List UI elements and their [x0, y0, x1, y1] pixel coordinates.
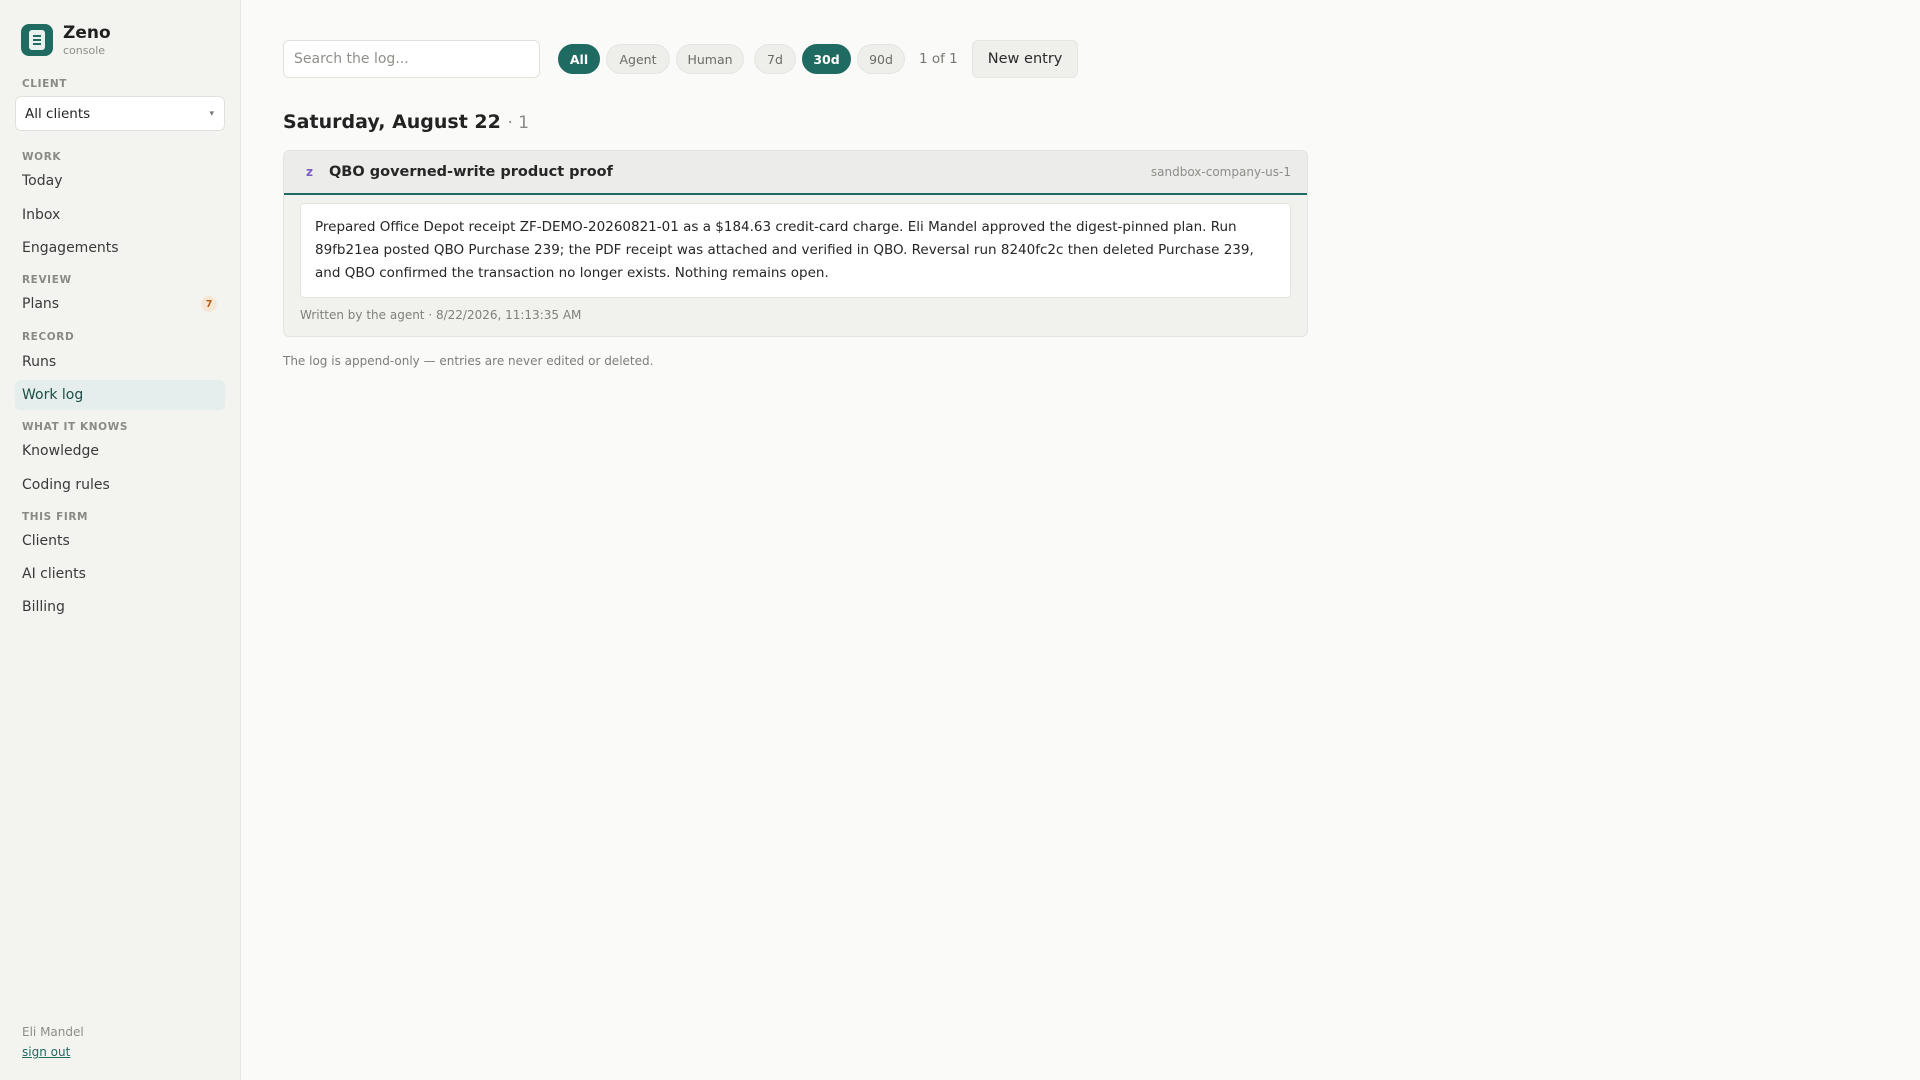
agent-author-icon: z — [306, 165, 313, 179]
sidebar-item-coding-rules[interactable]: Coding rules — [15, 470, 225, 500]
sidebar-item-today[interactable]: Today — [15, 166, 225, 196]
nav-section-what-it-knows: WHAT IT KNOWS Knowledge Coding rules — [15, 421, 225, 500]
range-90d-chip[interactable]: 90d — [857, 44, 905, 74]
section-label-what-it-knows: WHAT IT KNOWS — [22, 421, 129, 433]
log-entry-body-wrap: Prepared Office Depot receipt ZF-DEMO-20… — [284, 195, 1307, 298]
search-input[interactable] — [283, 40, 540, 78]
log-entry-header: z QBO governed-write product proof sandb… — [284, 151, 1307, 195]
notebook-icon — [21, 24, 53, 56]
main-content: All Agent Human 7d 30d 90d 1 of 1 New en… — [241, 0, 1920, 1080]
sign-out-link[interactable]: sign out — [22, 1045, 70, 1059]
plans-count-badge: 7 — [201, 296, 217, 312]
sidebar-item-label: Plans — [22, 296, 60, 312]
sidebar-item-runs[interactable]: Runs — [15, 347, 225, 377]
sidebar-item-clients[interactable]: Clients — [15, 526, 225, 556]
nav-section-record: RECORD Runs Work log — [15, 331, 225, 410]
range-7d-chip[interactable]: 7d — [754, 44, 796, 74]
filter-human-chip[interactable]: Human — [676, 44, 744, 74]
brand-subtitle: console — [63, 44, 106, 57]
sidebar-item-label: Runs — [22, 354, 57, 370]
day-heading-date: Saturday, August 22 — [283, 111, 501, 133]
sidebar: Zeno console CLIENT All clients ▾ WORK T… — [0, 0, 241, 1080]
sidebar-item-label: Billing — [22, 599, 65, 615]
sidebar-item-label: AI clients — [22, 566, 86, 582]
append-only-note: The log is append-only — entries are nev… — [283, 354, 654, 368]
nav-section-this-firm: THIS FIRM Clients AI clients Billing — [15, 511, 225, 622]
log-entry-footer: Written by the agent · 8/22/2026, 11:13:… — [300, 308, 582, 322]
log-toolbar: All Agent Human 7d 30d 90d 1 of 1 New en… — [283, 40, 1920, 78]
client-section: CLIENT All clients ▾ — [15, 78, 225, 131]
sidebar-item-inbox[interactable]: Inbox — [15, 200, 225, 230]
brand-text: Zeno console — [63, 22, 111, 58]
log-entry-header-left: z QBO governed-write product proof — [306, 164, 613, 180]
sidebar-item-engagements[interactable]: Engagements — [15, 233, 225, 263]
client-select-value: All clients — [25, 105, 91, 122]
sidebar-item-label: Engagements — [22, 240, 119, 256]
filter-agent-chip[interactable]: Agent — [606, 44, 670, 74]
section-label-review: REVIEW — [22, 274, 72, 286]
section-label-this-firm: THIS FIRM — [22, 511, 89, 523]
sidebar-item-label: Coding rules — [22, 477, 110, 493]
sidebar-item-billing[interactable]: Billing — [15, 592, 225, 622]
user-name: Eli Mandel — [22, 1025, 84, 1039]
brand-name: Zeno — [63, 23, 111, 43]
user-block: Eli Mandel sign out — [22, 1025, 84, 1060]
sidebar-item-work-log[interactable]: Work log — [15, 380, 225, 410]
sidebar-item-label: Inbox — [22, 207, 61, 223]
day-entry-count: · 1 — [507, 113, 530, 133]
sidebar-item-label: Today — [22, 173, 63, 189]
page-indicator: 1 of 1 — [919, 51, 958, 67]
sidebar-item-label: Knowledge — [22, 443, 99, 459]
range-30d-chip[interactable]: 30d — [802, 44, 851, 74]
nav-section-review: REVIEW Plans 7 — [15, 274, 225, 319]
section-label-record: RECORD — [22, 331, 75, 343]
day-heading: Saturday, August 22 · 1 — [283, 111, 1920, 133]
log-entry-title: QBO governed-write product proof — [328, 164, 613, 180]
sidebar-item-label: Work log — [22, 387, 84, 403]
log-entry-body: Prepared Office Depot receipt ZF-DEMO-20… — [300, 203, 1291, 298]
client-select[interactable]: All clients ▾ — [15, 96, 225, 131]
log-entry-company: sandbox-company-us-1 — [1150, 165, 1291, 179]
app-root: Zeno console CLIENT All clients ▾ WORK T… — [0, 0, 1920, 1080]
sidebar-item-label: Clients — [22, 533, 70, 549]
section-label-work: WORK — [22, 151, 62, 163]
chevron-down-icon: ▾ — [209, 108, 214, 119]
brand[interactable]: Zeno console — [15, 22, 225, 58]
new-entry-button[interactable]: New entry — [971, 40, 1079, 78]
log-entry-card: z QBO governed-write product proof sandb… — [283, 150, 1308, 337]
nav-section-work: WORK Today Inbox Engagements — [15, 151, 225, 263]
sidebar-item-ai-clients[interactable]: AI clients — [15, 559, 225, 589]
filter-all-chip[interactable]: All — [558, 44, 600, 74]
sidebar-item-knowledge[interactable]: Knowledge — [15, 436, 225, 466]
section-label-client: CLIENT — [22, 78, 68, 90]
sidebar-item-plans[interactable]: Plans 7 — [15, 289, 225, 319]
